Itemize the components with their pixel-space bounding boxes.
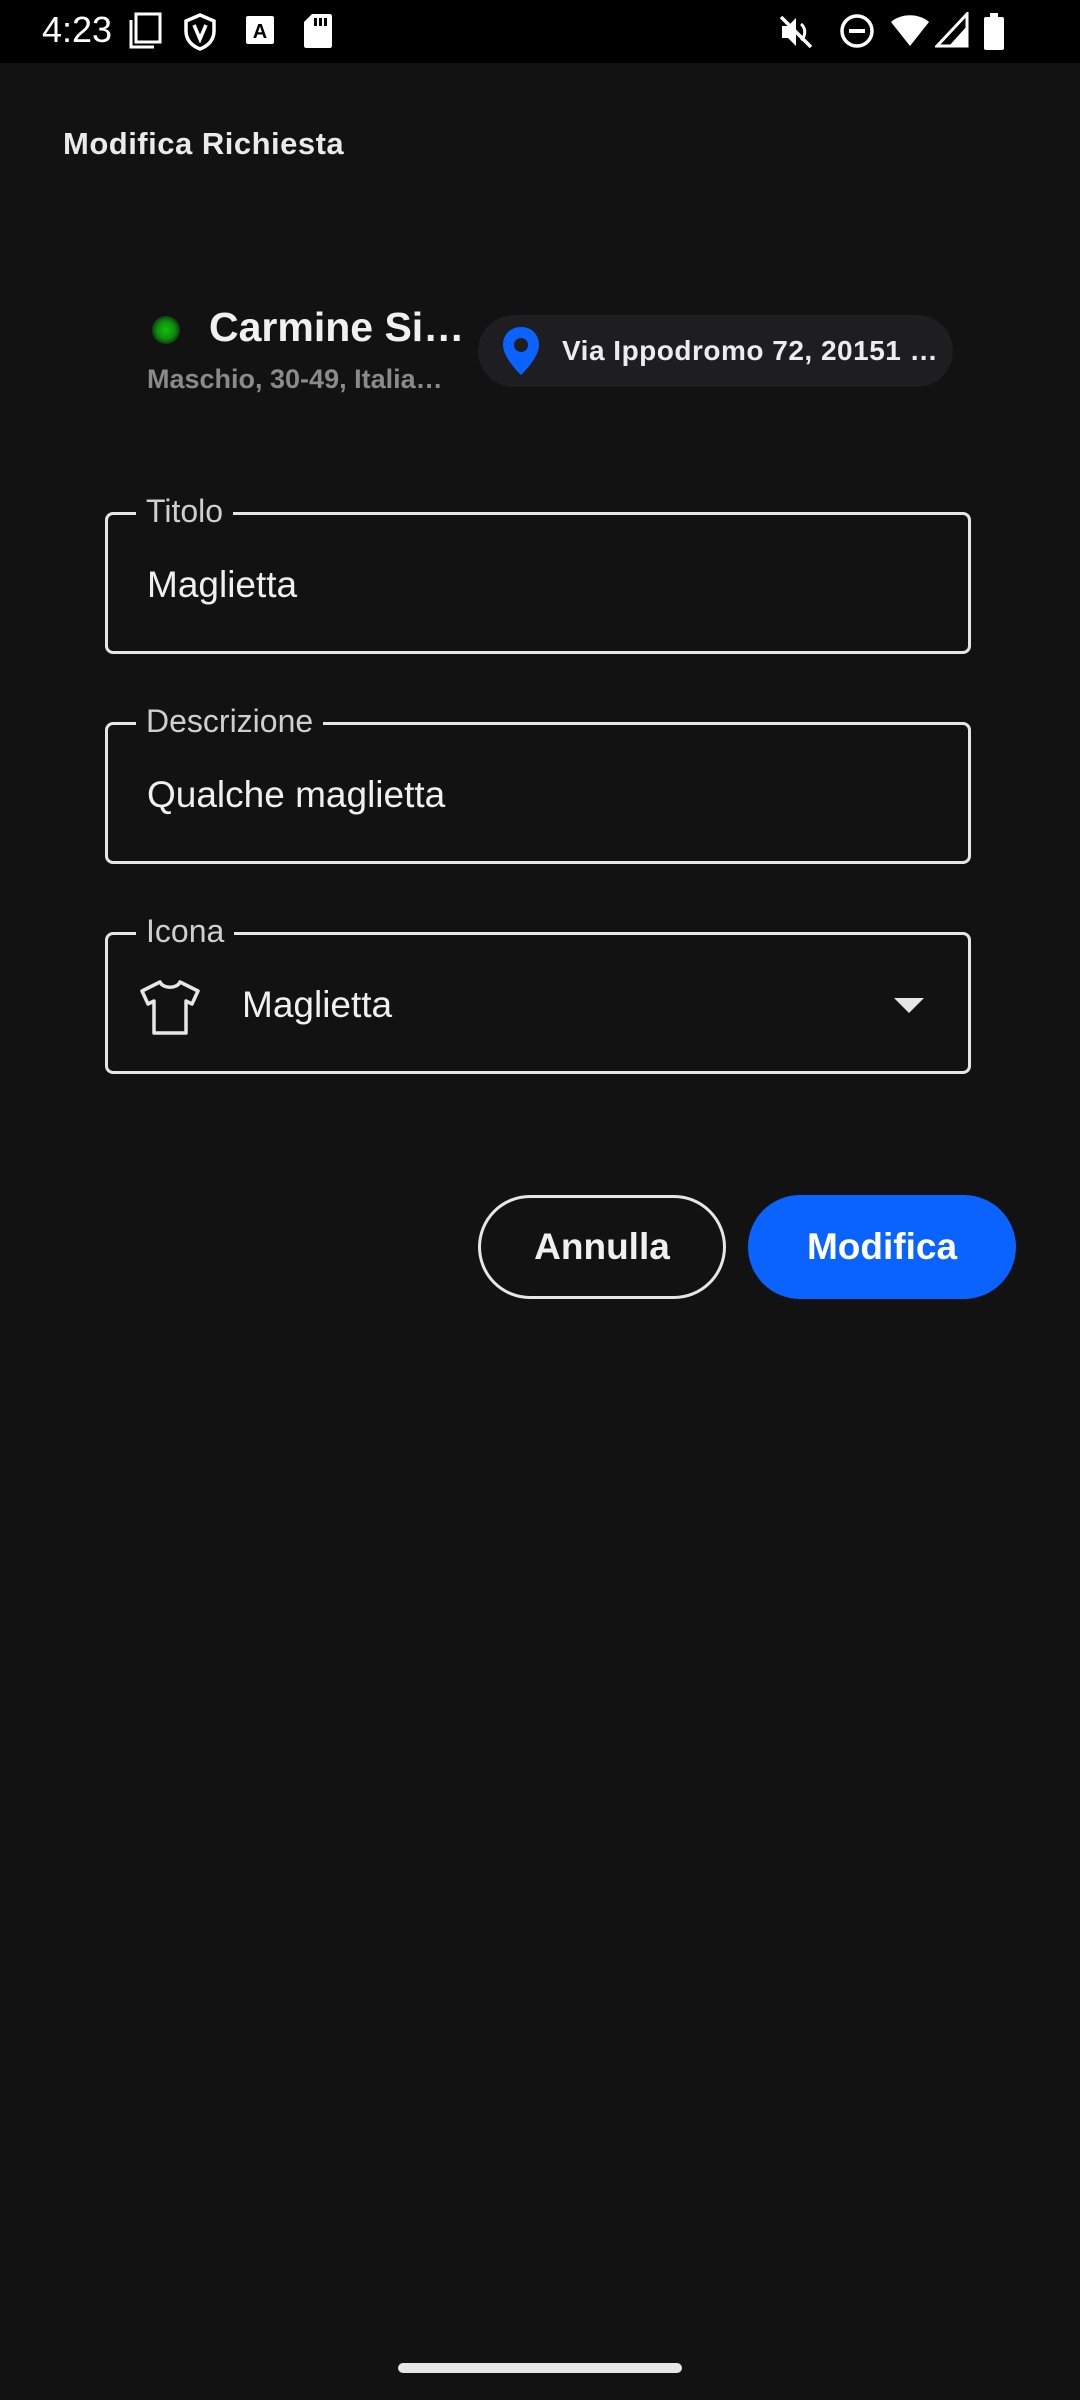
sd-card-icon bbox=[304, 14, 332, 48]
wifi-icon bbox=[891, 15, 929, 46]
battery-icon bbox=[984, 13, 1004, 50]
user-meta: Maschio, 30-49, Italia… bbox=[147, 364, 443, 394]
mute-icon bbox=[779, 15, 813, 49]
address-chip[interactable]: Via Ippodromo 72, 20151 … bbox=[478, 315, 953, 387]
svg-text:A: A bbox=[253, 21, 267, 43]
title-field[interactable]: Titolo Maglietta bbox=[105, 491, 971, 654]
online-status-dot bbox=[152, 316, 180, 344]
user-name: Carmine Siri… bbox=[209, 304, 479, 350]
notification-card-icon bbox=[129, 12, 162, 49]
title-field-label: Titolo bbox=[136, 491, 234, 531]
icon-select[interactable]: Icona Maglietta bbox=[105, 911, 971, 1074]
signal-icon bbox=[935, 12, 969, 48]
status-time: 4:23 bbox=[42, 9, 113, 50]
page-title: Modifica Richiesta bbox=[63, 126, 345, 161]
description-field[interactable]: Descrizione Qualche maglietta bbox=[105, 701, 971, 864]
description-field-label: Descrizione bbox=[136, 701, 324, 741]
submit-button[interactable]: Modifica bbox=[748, 1195, 1016, 1299]
text-a-icon: A bbox=[246, 16, 274, 44]
status-bar: 4:23 A bbox=[0, 0, 1080, 63]
shield-icon bbox=[184, 13, 216, 51]
description-field-value: Qualche maglietta bbox=[147, 774, 446, 815]
do-not-disturb-icon bbox=[840, 14, 874, 48]
title-field-value: Maglietta bbox=[147, 564, 298, 605]
cancel-button[interactable]: Annulla bbox=[478, 1195, 726, 1299]
icon-select-label: Icona bbox=[136, 911, 235, 951]
dropdown-arrow-icon bbox=[894, 998, 924, 1013]
icon-select-value: Maglietta bbox=[242, 984, 393, 1025]
address-text: Via Ippodromo 72, 20151 … bbox=[562, 335, 939, 366]
location-pin-icon bbox=[503, 327, 539, 375]
home-indicator[interactable] bbox=[398, 2363, 682, 2373]
tshirt-icon bbox=[140, 980, 200, 1035]
